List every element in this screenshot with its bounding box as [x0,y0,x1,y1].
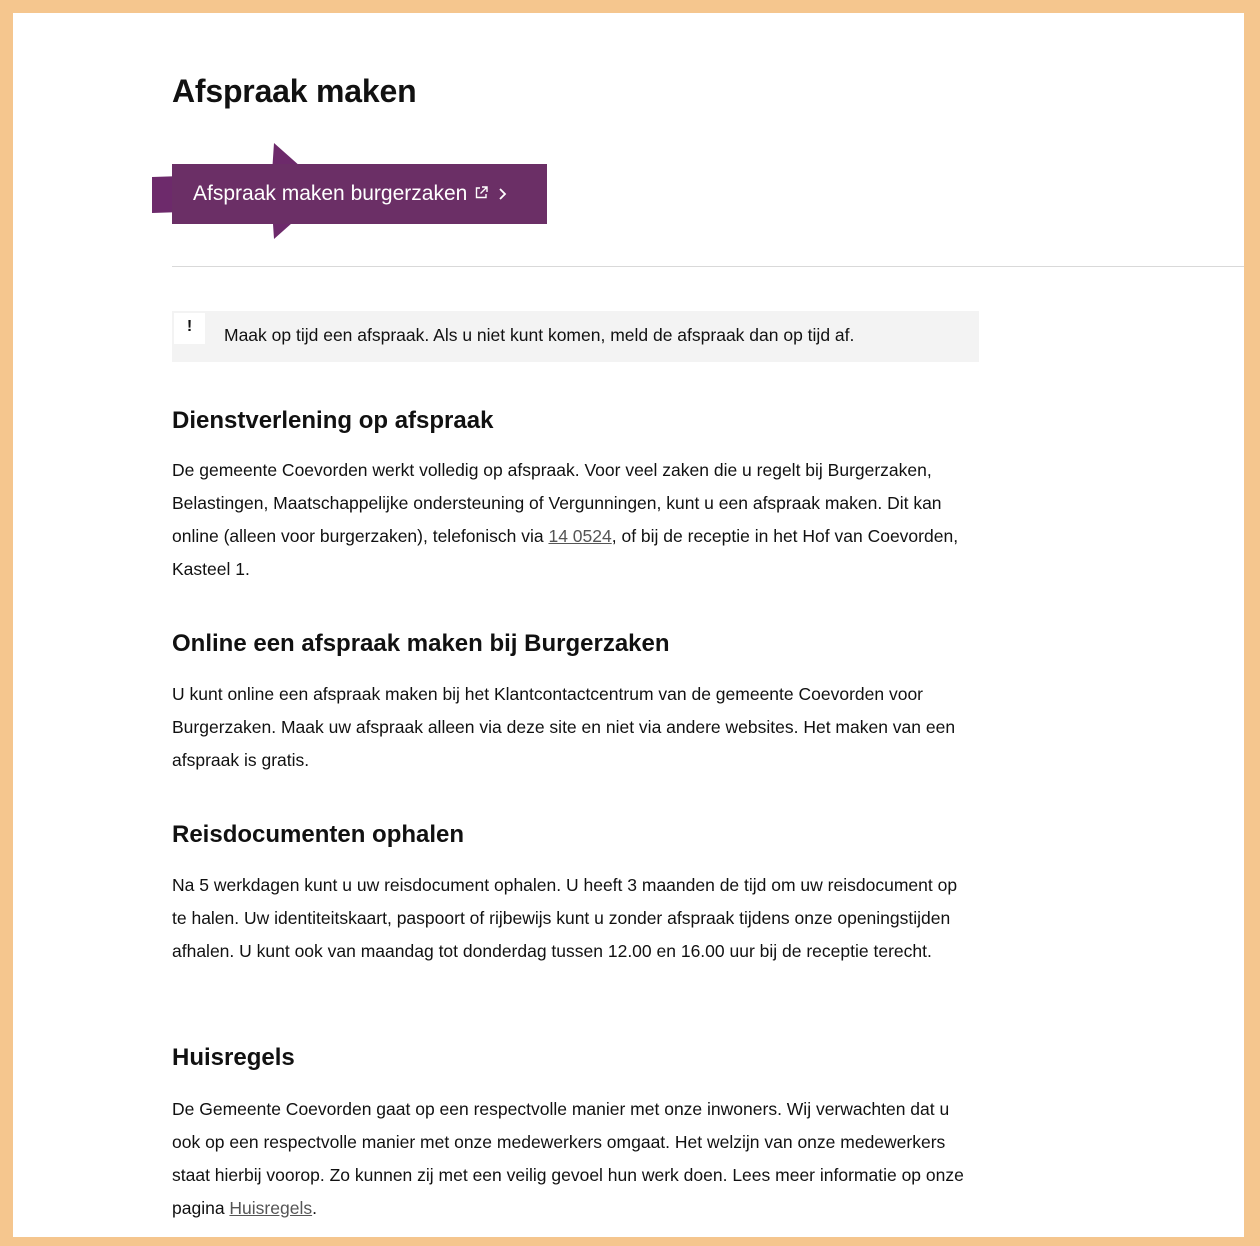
external-link-icon [475,185,489,199]
page-frame: Afspraak maken Afspraak maken burgerzake… [13,13,1244,1237]
section-text-part: . [312,1198,317,1218]
section-heading-huisregels: Huisregels [172,1044,295,1071]
section-text-dienstverlening: De gemeente Coevorden werkt volledig op … [172,454,972,586]
section-text-huisregels: De Gemeente Coevorden gaat op een respec… [172,1093,972,1225]
section-heading-online-afspraak: Online een afspraak maken bij Burgerzake… [172,630,670,657]
chevron-right-icon [498,187,508,201]
notice-box: ! Maak op tijd een afspraak. Als u niet … [172,311,979,362]
section-heading-dienstverlening: Dienstverlening op afspraak [172,407,494,434]
section-text-online-afspraak: U kunt online een afspraak maken bij het… [172,684,956,770]
huisregels-link[interactable]: Huisregels [229,1198,312,1218]
appointment-button-label: Afspraak maken burgerzaken [193,182,468,205]
appointment-burgerzaken-button[interactable]: Afspraak maken burgerzaken [172,164,547,224]
divider [172,266,1244,267]
section-text-reisdocumenten: Na 5 werkdagen kunt u uw reisdocument op… [172,875,958,961]
phone-link[interactable]: 14 0524 [548,526,611,546]
section-heading-reisdocumenten: Reisdocumenten ophalen [172,821,465,848]
notice-text: Maak op tijd een afspraak. Als u niet ku… [224,325,855,345]
exclamation-icon: ! [174,313,205,344]
page-title: Afspraak maken [172,73,417,109]
